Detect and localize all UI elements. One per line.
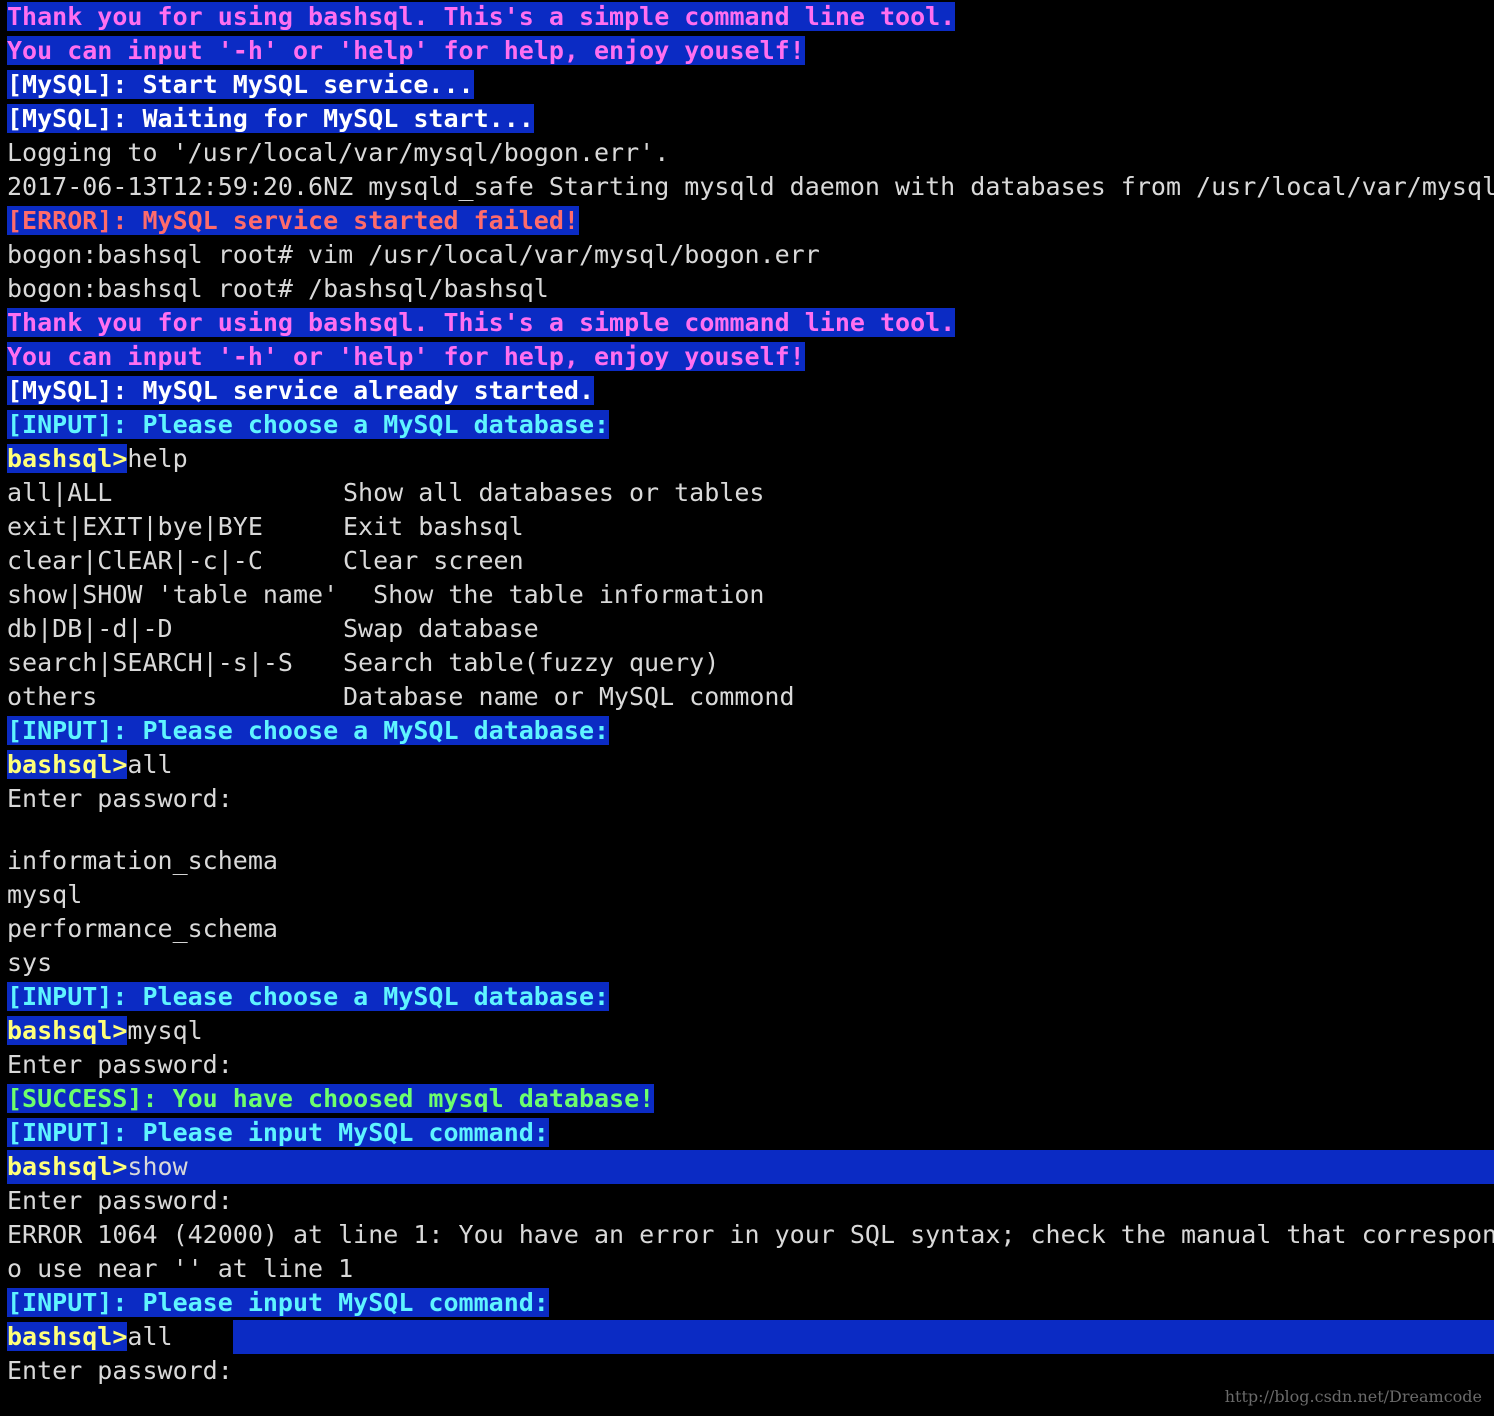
help-desc: Database name or MySQL commond [343, 682, 795, 711]
banner-thanks: Thank you for using bashsql. This's a si… [7, 308, 956, 337]
help-desc: Clear screen [343, 546, 524, 575]
command-text: mysql [127, 1016, 203, 1045]
help-cmd: clear|ClEAR|-c|-C [7, 546, 263, 575]
password-prompt: Enter password: [7, 1186, 233, 1215]
password-prompt: Enter password: [7, 784, 233, 813]
bashsql-prompt: bashsql> [7, 444, 128, 473]
password-prompt: Enter password: [7, 1050, 233, 1079]
help-cmd: search|SEARCH|-s|-S [7, 648, 293, 677]
help-row: search|SEARCH|-s|-S Search table(fuzzy qu… [7, 646, 1494, 680]
bashsql-prompt: bashsql> [7, 1322, 128, 1351]
mysql-start-msg: [MySQL]: Start MySQL service... [7, 70, 474, 99]
help-cmd: all|ALL [7, 478, 113, 507]
help-cmd: db|DB|-d|-D [7, 614, 173, 643]
log-line-mysqld-safe: 2017-06-13T12:59:20.6NZ mysqld_safe Star… [7, 172, 1494, 201]
prompt-line: bashsql>all [7, 1320, 1494, 1354]
prompt-line: bashsql>show [7, 1150, 1494, 1184]
database-item: information_schema [7, 846, 278, 875]
prompt-line: bashsql>all [7, 748, 1494, 782]
terminal-window[interactable]: Thank you for using bashsql. This's a si… [0, 0, 1494, 1416]
help-cmd: show|SHOW 'table name' [7, 580, 339, 609]
bashsql-prompt: bashsql> [7, 750, 128, 779]
terminal-line: Thank you for using bashsql. This's a si… [7, 306, 1494, 340]
input-db-msg: [INPUT]: Please choose a MySQL database: [7, 982, 610, 1011]
help-desc: Search table(fuzzy query) [343, 648, 720, 677]
input-cmd-msg: [INPUT]: Please input MySQL command: [7, 1288, 549, 1317]
input-cmd-msg: [INPUT]: Please input MySQL command: [7, 1118, 549, 1147]
bashsql-prompt: bashsql> [7, 1152, 128, 1181]
help-row: show|SHOW 'table name' Show the table in… [7, 578, 1494, 612]
help-row: all|ALL Show all databases or tables [7, 476, 1494, 510]
help-desc: Show the table information [343, 580, 765, 609]
terminal-line: [SUCCESS]: You have choosed mysql databa… [7, 1082, 1494, 1116]
help-desc: Show all databases or tables [343, 478, 765, 507]
help-row: clear|ClEAR|-c|-C Clear screen [7, 544, 1494, 578]
mysql-waiting-msg: [MySQL]: Waiting for MySQL start... [7, 104, 534, 133]
input-db-msg: [INPUT]: Please choose a MySQL database: [7, 716, 610, 745]
database-item: performance_schema [7, 914, 278, 943]
bashsql-prompt: bashsql> [7, 1016, 128, 1045]
help-row: others Database name or MySQL commond [7, 680, 1494, 714]
help-desc: Exit bashsql [343, 512, 524, 541]
input-db-msg: [INPUT]: Please choose a MySQL database: [7, 410, 610, 439]
shell-line-vim: bogon:bashsql root# vim /usr/local/var/m… [7, 240, 820, 269]
prompt-line: bashsql>mysql [7, 1014, 1494, 1048]
command-text: all [127, 750, 173, 779]
terminal-line: [INPUT]: Please input MySQL command: [7, 1116, 1494, 1150]
terminal-line: [MySQL]: MySQL service already started. [7, 374, 1494, 408]
banner-thanks: Thank you for using bashsql. This's a si… [7, 2, 956, 31]
command-text: show [127, 1152, 188, 1181]
sql-error-line: ERROR 1064 (42000) at line 1: You have a… [7, 1220, 1494, 1249]
log-line-logging: Logging to '/usr/local/var/mysql/bogon.e… [7, 138, 670, 167]
terminal-line: [INPUT]: Please input MySQL command: [7, 1286, 1494, 1320]
terminal-line: [INPUT]: Please choose a MySQL database: [7, 980, 1494, 1014]
help-row: db|DB|-d|-D Swap database [7, 612, 1494, 646]
help-desc: Swap database [343, 614, 539, 643]
database-item: sys [7, 948, 53, 977]
password-prompt: Enter password: [7, 1356, 233, 1385]
sql-error-line: o use near '' at line 1 [7, 1254, 354, 1283]
command-text: all [127, 1322, 173, 1351]
mysql-already-msg: [MySQL]: MySQL service already started. [7, 376, 594, 405]
error-msg: [ERROR]: MySQL service started failed! [7, 206, 579, 235]
terminal-line: [INPUT]: Please choose a MySQL database: [7, 714, 1494, 748]
terminal-line: You can input '-h' or 'help' for help, e… [7, 340, 1494, 374]
help-cmd: exit|EXIT|bye|BYE [7, 512, 263, 541]
banner-help-hint: You can input '-h' or 'help' for help, e… [7, 342, 805, 371]
success-msg: [SUCCESS]: You have choosed mysql databa… [7, 1084, 655, 1113]
selection-highlight [232, 1320, 1494, 1354]
database-item: mysql [7, 880, 83, 909]
banner-help-hint: You can input '-h' or 'help' for help, e… [7, 36, 805, 65]
terminal-line: [MySQL]: Waiting for MySQL start... [7, 102, 1494, 136]
terminal-line: You can input '-h' or 'help' for help, e… [7, 34, 1494, 68]
terminal-line: [MySQL]: Start MySQL service... [7, 68, 1494, 102]
shell-line-run: bogon:bashsql root# /bashsql/bashsql [7, 274, 549, 303]
terminal-line: [INPUT]: Please choose a MySQL database: [7, 408, 1494, 442]
terminal-line: Thank you for using bashsql. This's a si… [7, 0, 1494, 34]
watermark: http://blog.csdn.net/Dreamcode [1224, 1387, 1482, 1406]
help-cmd: others [7, 682, 98, 711]
terminal-line: [ERROR]: MySQL service started failed! [7, 204, 1494, 238]
command-text: help [127, 444, 188, 473]
prompt-line: bashsql>help [7, 442, 1494, 476]
help-row: exit|EXIT|bye|BYE Exit bashsql [7, 510, 1494, 544]
